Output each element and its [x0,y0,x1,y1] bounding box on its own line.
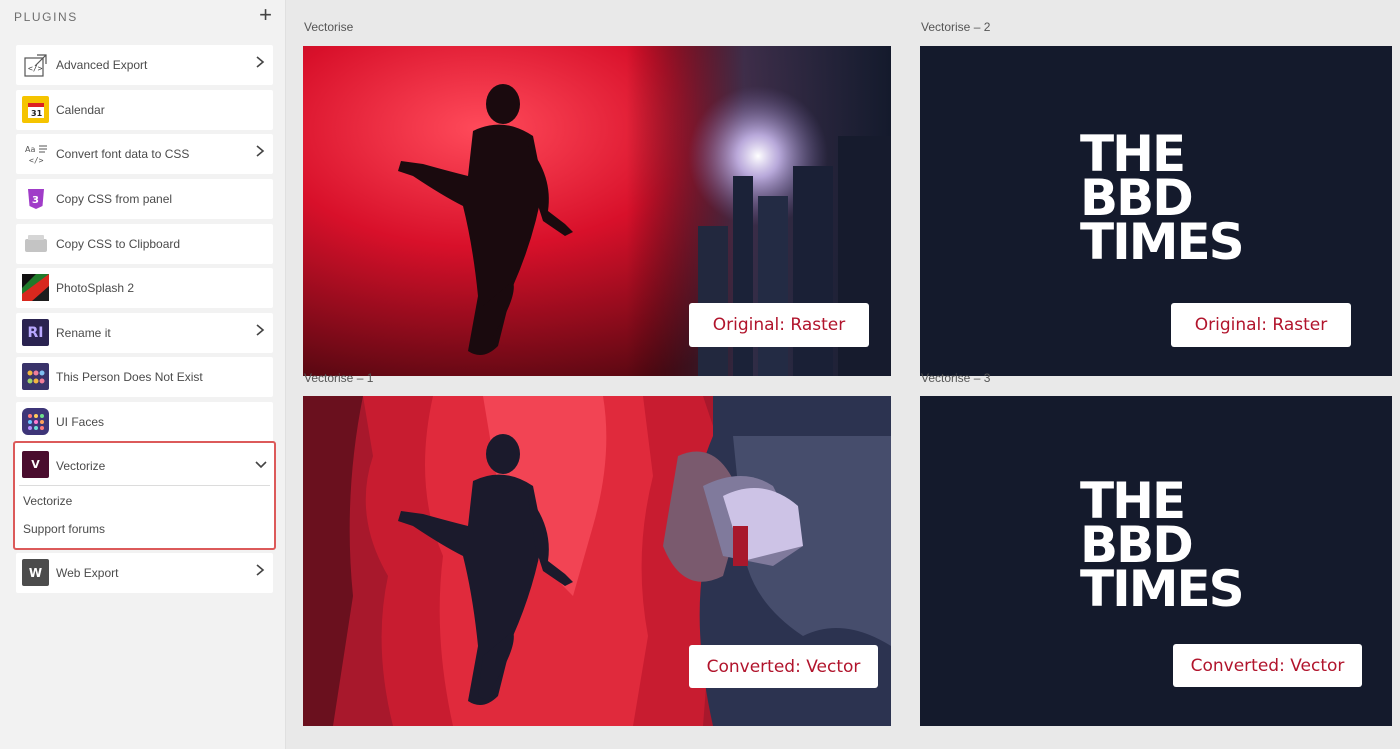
artboard-title[interactable]: Vectorise – 3 [921,371,990,385]
plugin-label: Copy CSS to Clipboard [56,237,181,251]
add-plugin-button[interactable]: + [259,4,272,26]
plugin-label: Rename it [56,326,111,340]
artboard-title[interactable]: Vectorise – 2 [921,20,990,34]
plugin-label: Web Export [56,566,119,580]
svg-text:3: 3 [32,195,39,206]
bbd-times-logo: THE BBD TIMES [1080,472,1245,618]
bbd-times-logo: THE BBD TIMES [1080,125,1245,271]
rename-it-icon: RI [22,319,49,346]
plugin-item-person-not-exist[interactable]: This Person Does Not Exist [16,357,273,397]
artboard-raster-photo[interactable]: Original: Raster [303,46,891,376]
svg-text:</>: </> [29,156,44,165]
plugin-label: PhotoSplash 2 [56,281,135,295]
svg-text:</>: </> [28,64,43,73]
svg-text:31: 31 [31,109,43,118]
plugin-label: Calendar [56,103,105,117]
artboard-tag-label: Original: Raster [689,303,869,347]
people-icon [22,363,49,390]
chevron-right-icon[interactable] [255,144,265,161]
plugin-item-web-export[interactable]: W Web Export [16,553,273,593]
vectorize-icon: V [22,451,49,478]
artboard-tag-label: Converted: Vector [689,645,878,688]
code-export-icon: </> [22,51,49,78]
clipboard-icon [22,230,49,257]
plugin-item-rename-it[interactable]: RI Rename it [16,313,273,353]
plugin-label: Advanced Export [56,58,148,72]
plugin-label: Convert font data to CSS [56,147,190,161]
plugin-item-copy-css-panel[interactable]: 3 Copy CSS from panel [16,179,273,219]
plugins-panel: PLUGINS + </> Advanced Export 31 Calenda… [0,0,286,749]
artboard-vector-photo[interactable]: Converted: Vector [303,396,891,726]
plugin-label: Copy CSS from panel [56,192,173,206]
plugin-item-convert-font-css[interactable]: Aa </> Convert font data to CSS [16,134,273,174]
plugin-item-advanced-export[interactable]: </> Advanced Export [16,45,273,85]
photosplash-icon [22,274,49,301]
plugin-label: This Person Does Not Exist [56,370,203,384]
plugin-item-copy-css-clipboard[interactable]: Copy CSS to Clipboard [16,224,273,264]
artboard-tag-label: Converted: Vector [1173,644,1362,687]
chevron-down-icon[interactable] [254,457,268,475]
support-forums-link[interactable]: Support forums [23,522,105,536]
plugin-label: Vectorize [56,459,106,473]
plugins-header: PLUGINS + [14,4,272,26]
plugins-title: PLUGINS [14,10,78,24]
plugin-vectorize-header[interactable]: V Vectorize [19,443,270,486]
ui-faces-icon [22,408,49,435]
artboard-title[interactable]: Vectorise – 1 [304,371,373,385]
artboard-vector-logo[interactable]: THE BBD TIMES Converted: Vector [920,396,1392,726]
plugin-item-ui-faces[interactable]: UI Faces [16,402,273,442]
css3-icon: 3 [22,185,49,212]
plugin-label: UI Faces [56,415,105,429]
vectorize-action[interactable]: Vectorize [23,494,72,508]
chevron-right-icon[interactable] [255,55,265,72]
font-css-icon: Aa </> [22,140,49,167]
plugin-item-calendar[interactable]: 31 Calendar [16,90,273,130]
web-export-icon: W [22,559,49,586]
plugin-item-photosplash[interactable]: PhotoSplash 2 [16,268,273,308]
artboard-tag-label: Original: Raster [1171,303,1351,347]
artboard-raster-logo[interactable]: THE BBD TIMES Original: Raster [920,46,1392,376]
chevron-right-icon[interactable] [255,563,265,580]
chevron-right-icon[interactable] [255,323,265,340]
calendar-icon: 31 [22,96,49,123]
artboard-title[interactable]: Vectorise [304,20,353,34]
svg-text:Aa: Aa [25,145,35,154]
plugin-item-vectorize-expanded: V Vectorize Vectorize Support forums [13,441,276,550]
